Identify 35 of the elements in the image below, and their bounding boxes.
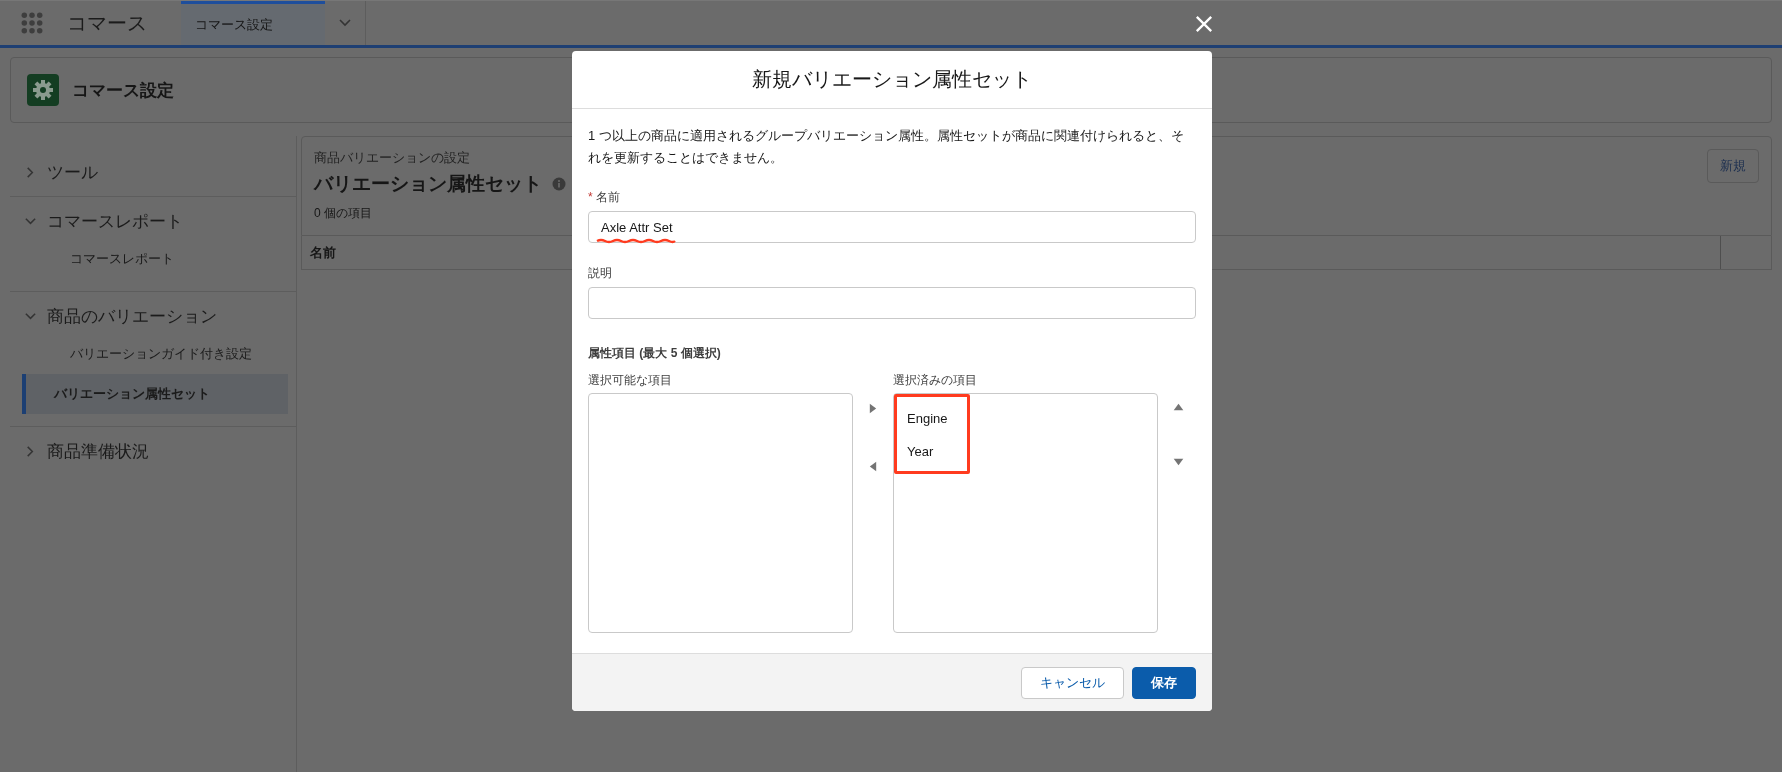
- sidebar-section[interactable]: 商品のバリエーション: [10, 304, 296, 328]
- sidebar-item[interactable]: バリエーション属性セット: [22, 374, 288, 414]
- item-count: 0 個の項目: [314, 205, 373, 222]
- field-label: 説明: [588, 266, 612, 280]
- close-icon[interactable]: [1195, 15, 1213, 33]
- list-option[interactable]: Engine: [907, 402, 948, 435]
- selected-listbox[interactable]: Engine Year: [893, 393, 1158, 633]
- save-button[interactable]: 保存: [1132, 666, 1196, 699]
- column-header[interactable]: 名前: [302, 236, 344, 269]
- sidebar-item[interactable]: バリエーションガイド付き設定: [22, 334, 288, 374]
- page-title: コマース設定: [72, 79, 174, 102]
- sidebar-section[interactable]: ツール: [10, 160, 296, 184]
- input-field[interactable]: Axle Attr Set: [588, 211, 1196, 243]
- triangle-right-icon[interactable]: [869, 403, 877, 414]
- triangle-up-icon[interactable]: [1172, 403, 1184, 411]
- list-label: 選択済みの項目: [893, 372, 978, 389]
- required-mark: *: [588, 190, 593, 204]
- modal-title: 新規バリエーション属性セット: [752, 67, 1032, 92]
- list-option[interactable]: Year: [907, 435, 948, 468]
- new-button[interactable]: 新規: [1707, 149, 1759, 183]
- sidebar-section[interactable]: コマースレポート: [10, 209, 296, 233]
- app-name: コマース: [67, 10, 148, 36]
- description-text: 1 つ以上の商品に適用されるグループバリエーション属性。属性セットが商品に関連付けられると、それを更新することはできません。: [588, 127, 1185, 167]
- section-label: 属性項目 (最大 5 個選択): [588, 345, 722, 362]
- sidebar-item[interactable]: コマースレポート: [22, 239, 288, 279]
- field-label: 名前: [595, 190, 620, 204]
- triangle-left-icon[interactable]: [869, 461, 877, 472]
- input-field[interactable]: [588, 287, 1196, 319]
- gear-icon: [27, 74, 59, 106]
- list-label: 選択可能な項目: [588, 372, 673, 389]
- sidebar-section[interactable]: 商品準備状況: [10, 439, 296, 463]
- triangle-down-icon[interactable]: [1172, 458, 1184, 466]
- list-title: バリエーション属性セット: [314, 172, 542, 196]
- cancel-button[interactable]: キャンセル: [1021, 666, 1124, 699]
- nav-tab[interactable]: コマース設定: [181, 1, 325, 45]
